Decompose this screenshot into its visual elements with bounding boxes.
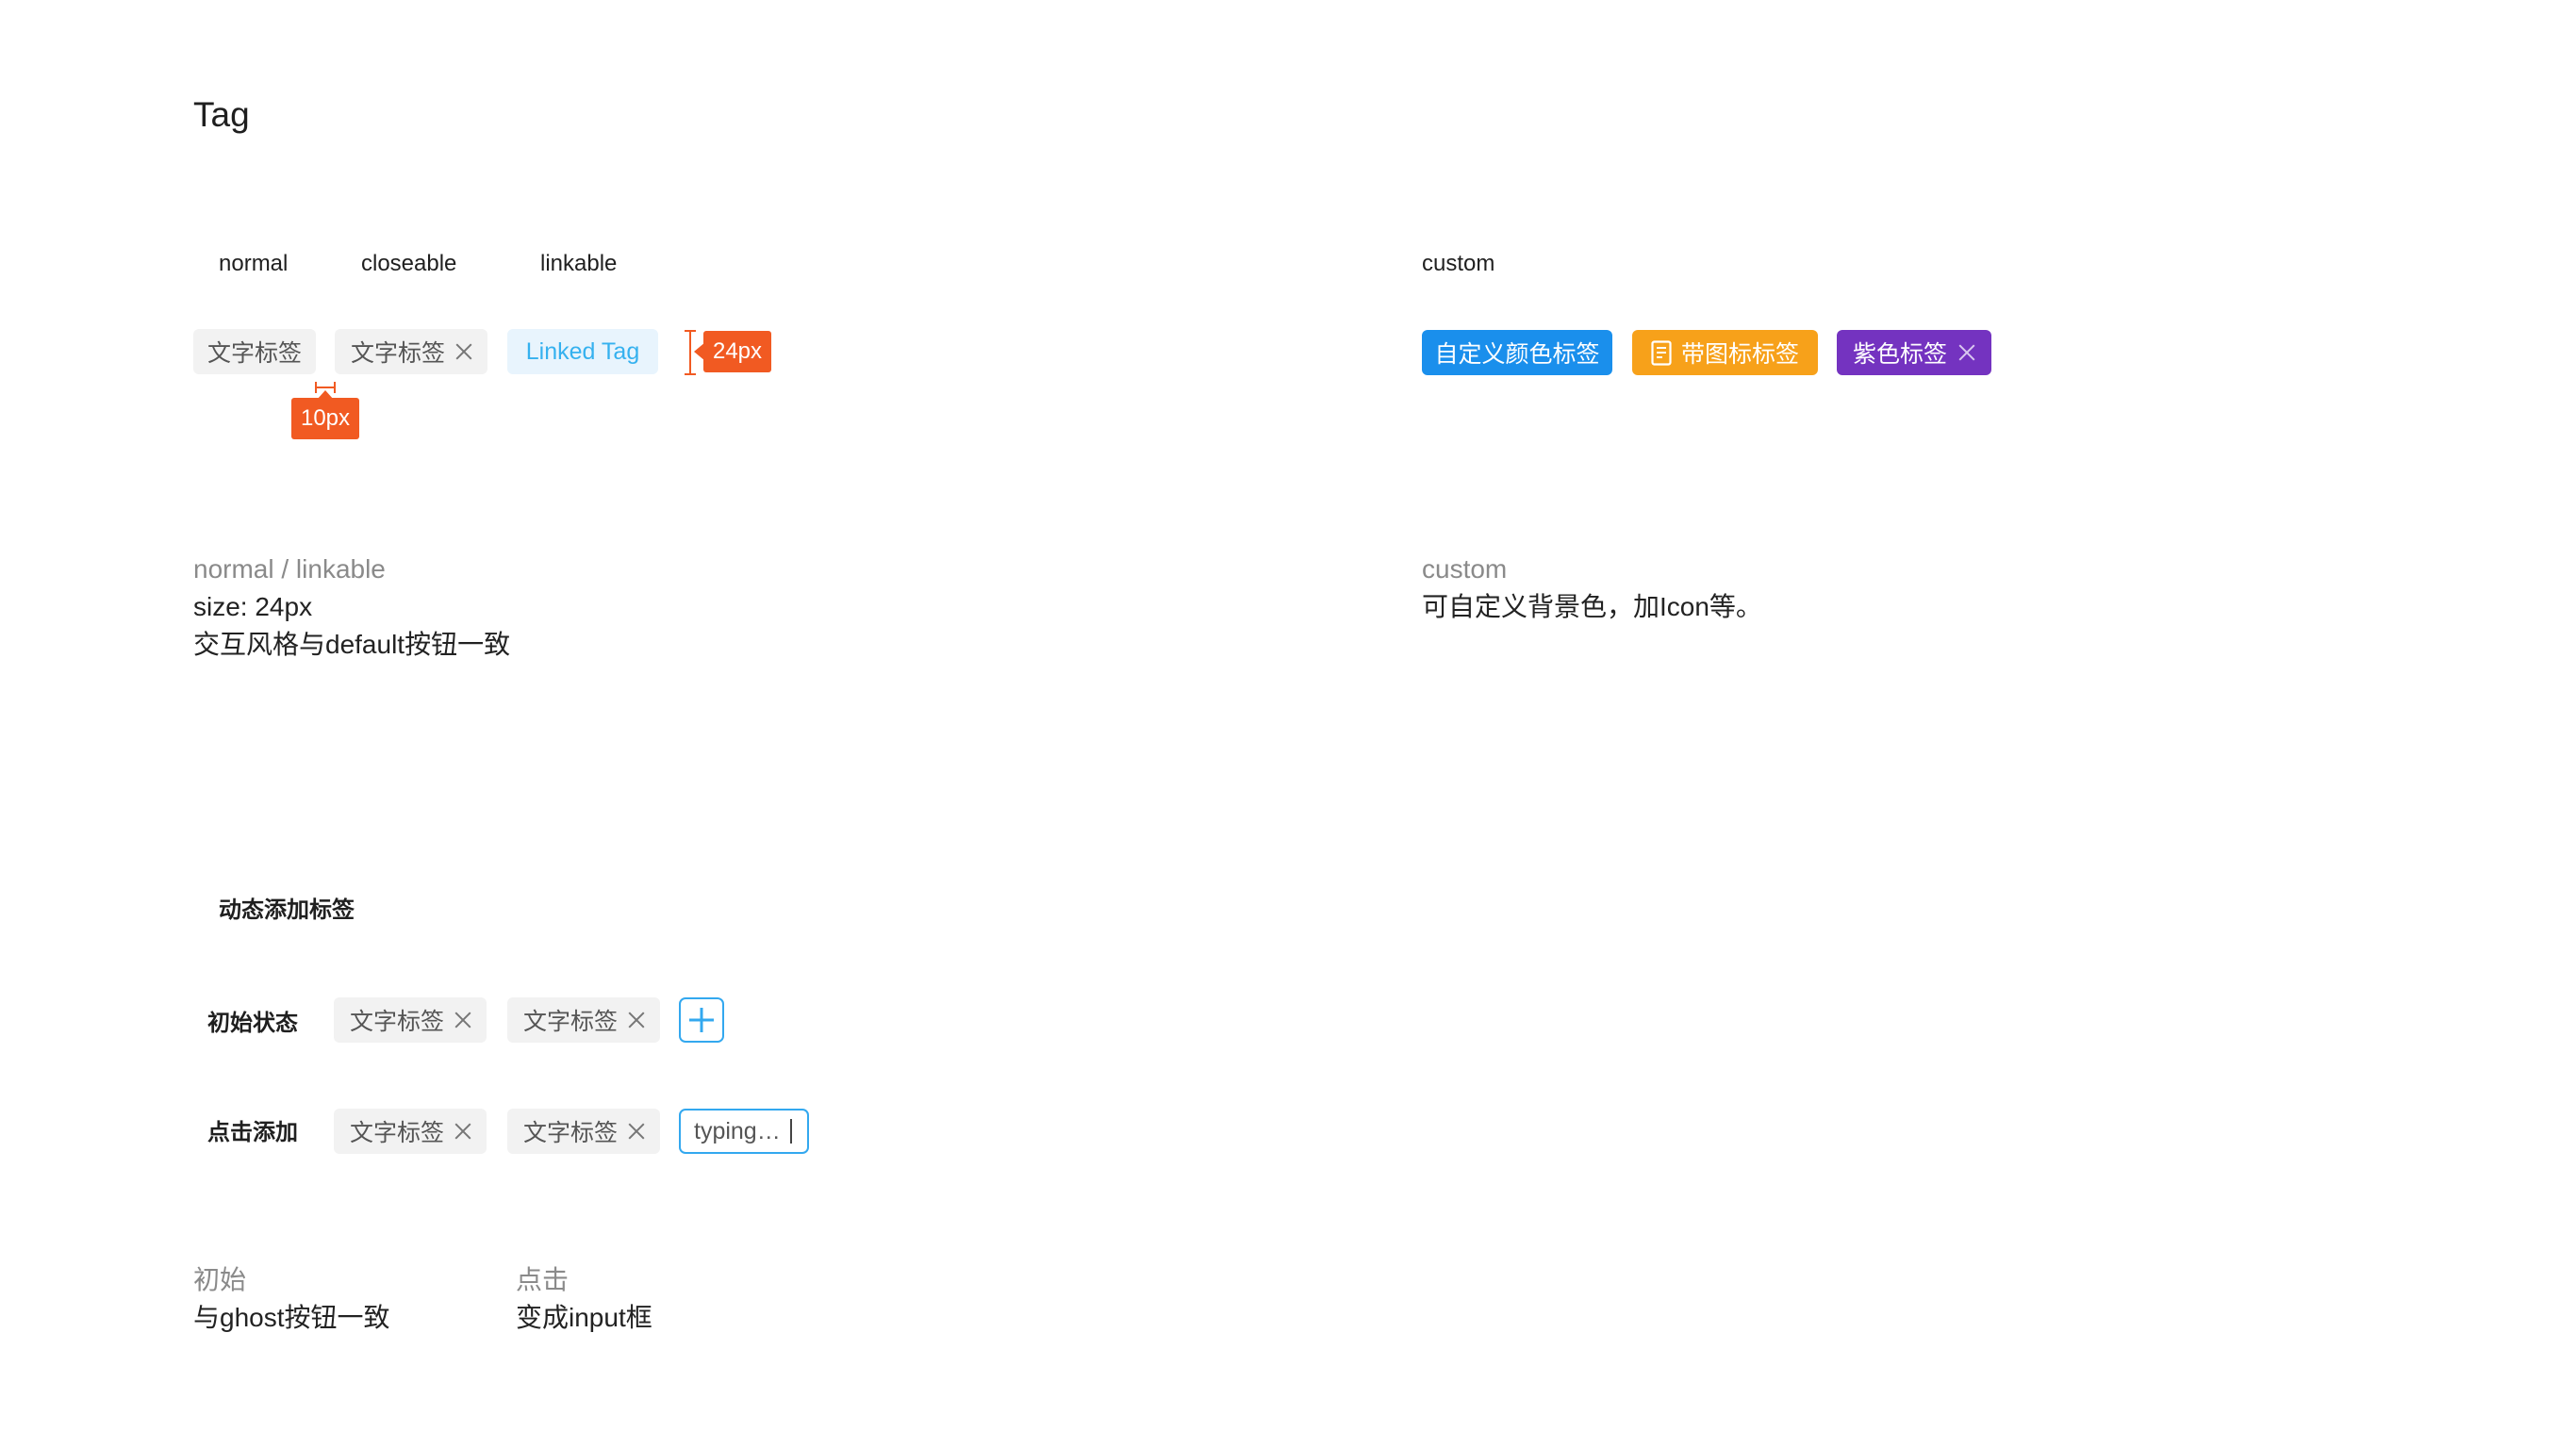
desc-heading: 点击 bbox=[516, 1265, 570, 1294]
desc-initial: 初始 与ghost按钮一致 bbox=[193, 1261, 390, 1337]
label-custom: custom bbox=[1422, 251, 1495, 276]
spacing-badge: 10px bbox=[291, 398, 359, 439]
label-closeable: closeable bbox=[361, 251, 457, 276]
tag-linked[interactable]: Linked Tag bbox=[507, 329, 658, 374]
close-icon[interactable] bbox=[629, 1012, 644, 1028]
input-value: typing… bbox=[694, 1117, 781, 1144]
close-icon[interactable] bbox=[455, 1012, 471, 1028]
tag-purple[interactable]: 紫色标签 bbox=[1837, 330, 1991, 375]
dynamic-title: 动态添加标签 bbox=[219, 897, 355, 923]
tag-closeable[interactable]: 文字标签 bbox=[334, 997, 487, 1043]
tag-custom-color[interactable]: 自定义颜色标签 bbox=[1422, 330, 1612, 375]
page-title: Tag bbox=[193, 95, 250, 134]
tag-label: 文字标签 bbox=[350, 1120, 445, 1146]
tag-closeable[interactable]: 文字标签 bbox=[507, 997, 660, 1043]
tag-label: Linked Tag bbox=[525, 337, 640, 365]
tag-label: 紫色标签 bbox=[1853, 341, 1948, 368]
close-icon[interactable] bbox=[629, 1123, 644, 1140]
desc-heading: 初始 bbox=[193, 1265, 247, 1294]
label-normal: normal bbox=[219, 251, 289, 276]
tag-label: 文字标签 bbox=[351, 340, 446, 367]
tag-label: 自定义颜色标签 bbox=[1434, 341, 1600, 368]
tag-label: 文字标签 bbox=[523, 1120, 619, 1146]
desc-heading: custom bbox=[1422, 554, 1508, 584]
desc-line: 交互风格与default按钮一致 bbox=[193, 630, 511, 659]
tag-closeable[interactable]: 文字标签 bbox=[335, 329, 487, 374]
tag-label: 带图标标签 bbox=[1680, 341, 1799, 368]
row-label-initial: 初始状态 bbox=[207, 1011, 298, 1036]
document-icon bbox=[1651, 339, 1672, 366]
desc-click: 点击 变成input框 bbox=[516, 1261, 652, 1337]
desc-line: 变成input框 bbox=[516, 1303, 652, 1332]
desc-custom: custom 可自定义背景色，加Icon等。 bbox=[1422, 551, 1762, 626]
tag-label: 文字标签 bbox=[350, 1009, 445, 1035]
tag-normal[interactable]: 文字标签 bbox=[193, 329, 316, 374]
new-tag-input[interactable]: typing… bbox=[679, 1109, 809, 1154]
desc-heading: normal / linkable bbox=[193, 554, 386, 584]
tag-label: 文字标签 bbox=[207, 340, 303, 367]
desc-line: size: 24px bbox=[193, 592, 313, 621]
tag-closeable[interactable]: 文字标签 bbox=[334, 1109, 487, 1154]
tag-with-icon[interactable]: 带图标标签 bbox=[1632, 330, 1818, 375]
desc-line: 与ghost按钮一致 bbox=[193, 1303, 390, 1332]
label-linkable: linkable bbox=[540, 251, 618, 276]
desc-basic: normal / linkable size: 24px 交互风格与defaul… bbox=[193, 551, 510, 664]
height-badge: 24px bbox=[703, 331, 771, 372]
close-icon[interactable] bbox=[1958, 344, 1975, 361]
add-tag-button[interactable] bbox=[679, 997, 724, 1043]
text-caret bbox=[789, 1119, 792, 1144]
close-icon[interactable] bbox=[456, 343, 471, 360]
tag-label: 文字标签 bbox=[523, 1009, 619, 1035]
tag-closeable[interactable]: 文字标签 bbox=[507, 1109, 660, 1154]
row-label-click: 点击添加 bbox=[207, 1120, 298, 1145]
desc-line: 可自定义背景色，加Icon等。 bbox=[1422, 592, 1762, 621]
close-icon[interactable] bbox=[455, 1123, 471, 1140]
